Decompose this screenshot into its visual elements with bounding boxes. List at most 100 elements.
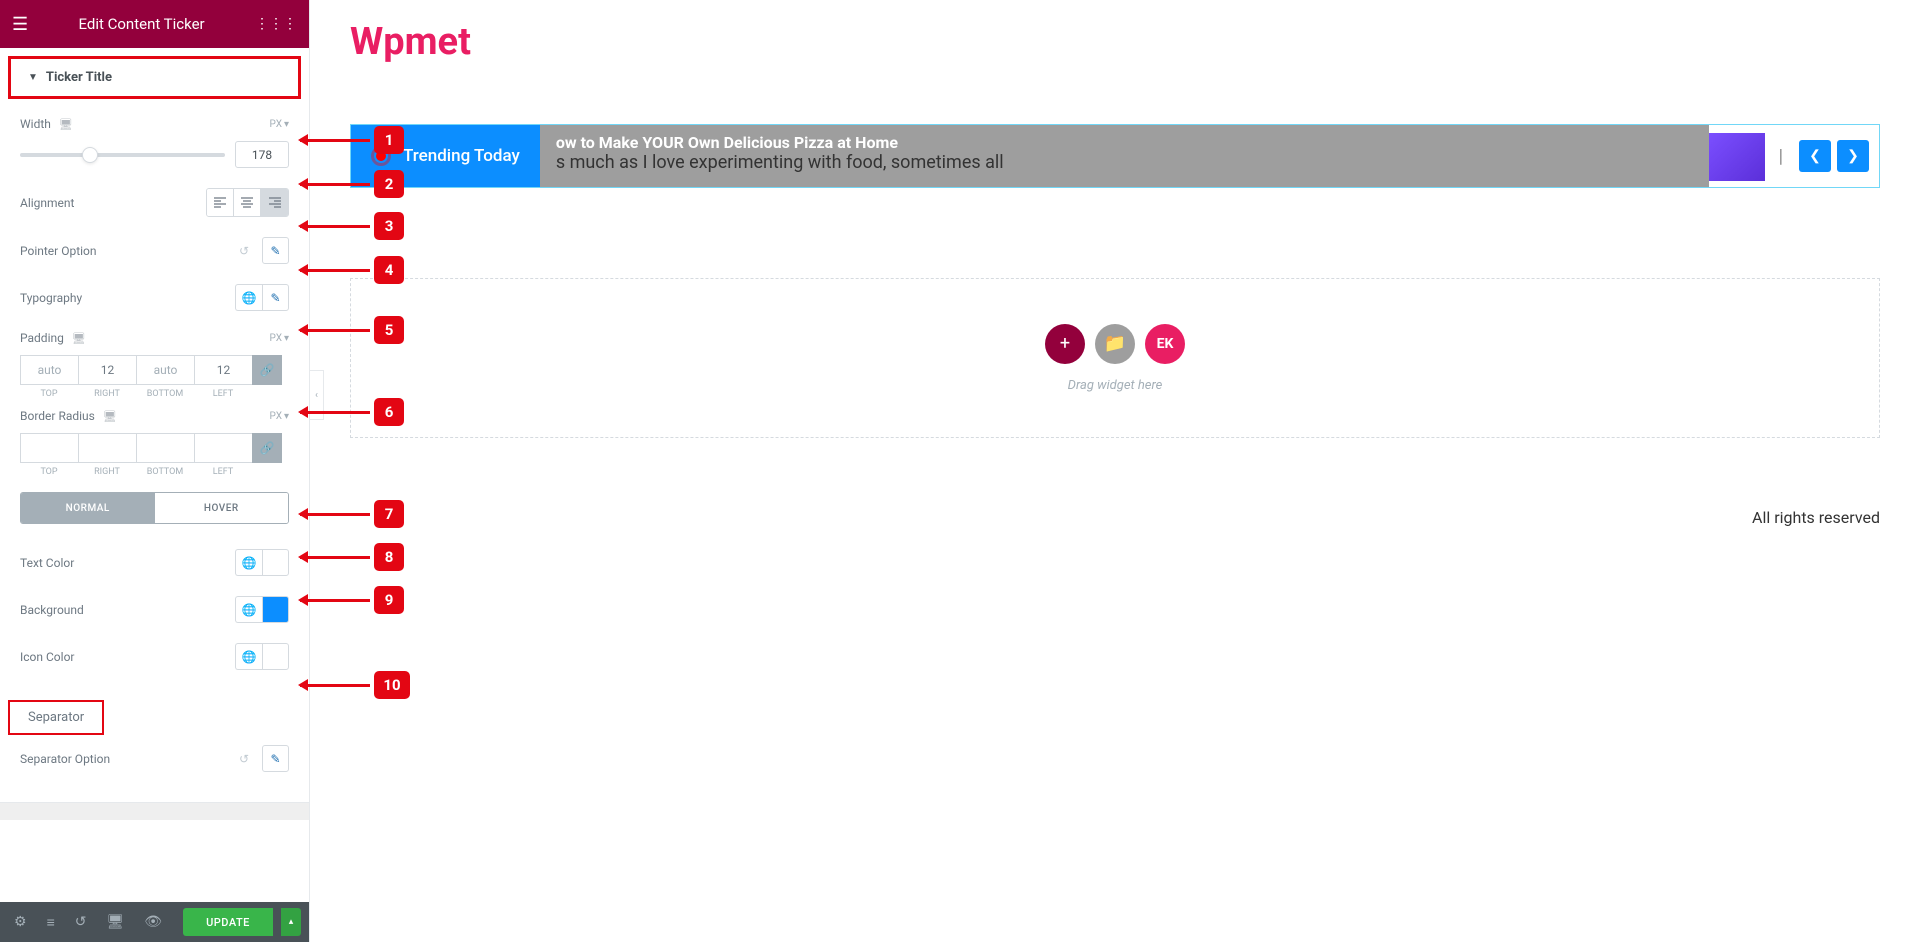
width-unit[interactable]: PX ▾ (270, 119, 289, 130)
typography-globe-button[interactable]: 🌐 (235, 284, 262, 311)
textcolor-globe-button[interactable]: 🌐 (235, 549, 262, 576)
width-slider[interactable] (20, 153, 225, 157)
subsection-separator: Separator (8, 700, 104, 735)
typography-edit-button[interactable]: ✎ (262, 284, 289, 311)
dim-right-label: RIGHT (78, 389, 136, 399)
ticker-title-text: Trending Today (403, 146, 520, 166)
iconcolor-label: Icon Color (20, 650, 74, 664)
padding-unit[interactable]: PX ▾ (270, 333, 289, 344)
textcolor-label: Text Color (20, 556, 74, 570)
control-typography: Typography 🌐 ✎ (0, 274, 309, 321)
control-padding-header: Padding 🖥 PX ▾ (0, 321, 309, 355)
apps-icon[interactable]: ⋮⋮⋮ (255, 16, 297, 32)
pointer-edit-button[interactable]: ✎ (262, 237, 289, 264)
align-right-button[interactable] (261, 189, 288, 216)
width-input[interactable] (235, 141, 289, 168)
history-icon[interactable]: ↺ (69, 908, 93, 936)
update-options-button[interactable]: ▴ (281, 908, 301, 936)
radius-unit[interactable]: PX ▾ (270, 411, 289, 422)
add-section-button[interactable]: + (1045, 324, 1085, 364)
radius-left-input[interactable] (194, 433, 252, 463)
dim-top-label: TOP (20, 467, 78, 477)
caret-down-icon: ▼ (28, 72, 38, 83)
separator-edit-button[interactable]: ✎ (262, 745, 289, 772)
radius-top-input[interactable] (20, 433, 78, 463)
desktop-icon[interactable]: 🖥 (103, 410, 117, 423)
background-swatch[interactable] (262, 596, 289, 623)
padding-bottom-input[interactable] (136, 355, 194, 385)
background-label: Background (20, 603, 84, 617)
navigator-icon[interactable]: ≡ (41, 908, 61, 937)
menu-icon[interactable]: ☰ (12, 14, 28, 35)
width-slider-row (0, 141, 309, 178)
padding-right-input[interactable] (78, 355, 136, 385)
radius-dimensions: 🔗 TOP RIGHT BOTTOM LEFT (0, 433, 309, 477)
panel-title: Edit Content Ticker (78, 15, 204, 33)
ticker-next-button[interactable]: ❯ (1837, 140, 1869, 172)
width-label: Width (20, 117, 51, 131)
section-ticker-title[interactable]: ▼ Ticker Title (8, 56, 301, 99)
iconcolor-globe-button[interactable]: 🌐 (235, 643, 262, 670)
radius-right-input[interactable] (78, 433, 136, 463)
control-alignment: Alignment (0, 178, 309, 227)
padding-dimensions: 🔗 TOP RIGHT BOTTOM LEFT (0, 355, 309, 399)
radius-label: Border Radius (20, 409, 95, 423)
control-background: Background 🌐 (0, 586, 309, 633)
typography-label: Typography (20, 291, 82, 305)
control-separator-option: Separator Option ↺ ✎ (0, 735, 309, 782)
pointer-label: Pointer Option (20, 244, 97, 258)
dim-right-label: RIGHT (78, 467, 136, 477)
ticker-headline: ow to Make YOUR Own Delicious Pizza at H… (556, 133, 1693, 152)
dim-bottom-label: BOTTOM (136, 389, 194, 399)
control-iconcolor: Icon Color 🌐 (0, 633, 309, 680)
ticker-title-box: Trending Today (351, 125, 540, 187)
ticker-next-hint: | (1773, 125, 1789, 187)
dim-left-label: LEFT (194, 389, 252, 399)
background-globe-button[interactable]: 🌐 (235, 596, 262, 623)
settings-icon[interactable]: ⚙ (8, 908, 33, 936)
separator-reset-icon[interactable]: ↺ (232, 747, 256, 771)
tab-normal[interactable]: NORMAL (21, 493, 155, 523)
control-pointer: Pointer Option ↺ ✎ (0, 227, 309, 274)
pointer-reset-icon[interactable]: ↺ (232, 239, 256, 263)
state-tabs: NORMAL HOVER (20, 492, 289, 524)
ticker-thumbnail (1709, 133, 1765, 181)
sidebar: ☰ Edit Content Ticker ⋮⋮⋮ ▼ Ticker Title… (0, 0, 310, 942)
update-button[interactable]: UPDATE (183, 908, 273, 936)
elementskit-button[interactable]: EK (1145, 324, 1185, 364)
align-left-button[interactable] (207, 189, 234, 216)
tab-hover[interactable]: HOVER (155, 493, 289, 523)
desktop-icon[interactable]: 🖥 (59, 118, 73, 131)
ticker-widget[interactable]: Trending Today ow to Make YOUR Own Delic… (350, 124, 1880, 188)
preview-area: Wpmet Trending Today ow to Make YOUR Own… (310, 0, 1920, 942)
ticker-subline: s much as I love experimenting with food… (556, 152, 1693, 173)
slider-thumb[interactable] (82, 147, 98, 163)
site-brand: Wpmet (350, 20, 1880, 64)
ticker-prev-button[interactable]: ❮ (1799, 140, 1831, 172)
padding-link-button[interactable]: 🔗 (252, 355, 282, 385)
ticker-content: ow to Make YOUR Own Delicious Pizza at H… (540, 125, 1709, 187)
template-library-button[interactable]: 📁 (1095, 324, 1135, 364)
sidebar-footer: ⚙ ≡ ↺ 🖥 👁 UPDATE ▴ (0, 902, 309, 942)
desktop-icon[interactable]: 🖥 (72, 332, 86, 345)
iconcolor-swatch[interactable] (262, 643, 289, 670)
dim-bottom-label: BOTTOM (136, 467, 194, 477)
control-textcolor: Text Color 🌐 (0, 539, 309, 586)
control-radius-header: Border Radius 🖥 PX ▾ (0, 399, 309, 433)
responsive-icon[interactable]: 🖥 (100, 908, 130, 936)
drop-zone[interactable]: + 📁 EK Drag widget here (350, 278, 1880, 438)
align-center-button[interactable] (234, 189, 261, 216)
sidebar-header: ☰ Edit Content Ticker ⋮⋮⋮ (0, 0, 309, 48)
panel-body: ▼ Ticker Title Width 🖥 PX ▾ Alignment Po… (0, 48, 309, 902)
padding-label: Padding (20, 331, 64, 345)
padding-left-input[interactable] (194, 355, 252, 385)
padding-top-input[interactable] (20, 355, 78, 385)
radius-bottom-input[interactable] (136, 433, 194, 463)
control-width: Width 🖥 PX ▾ (0, 107, 309, 141)
footer-rights: All rights reserved (350, 508, 1880, 527)
radius-link-button[interactable]: 🔗 (252, 433, 282, 463)
ticker-live-icon (371, 146, 391, 166)
dim-left-label: LEFT (194, 467, 252, 477)
textcolor-swatch[interactable] (262, 549, 289, 576)
preview-icon[interactable]: 👁 (138, 908, 168, 936)
